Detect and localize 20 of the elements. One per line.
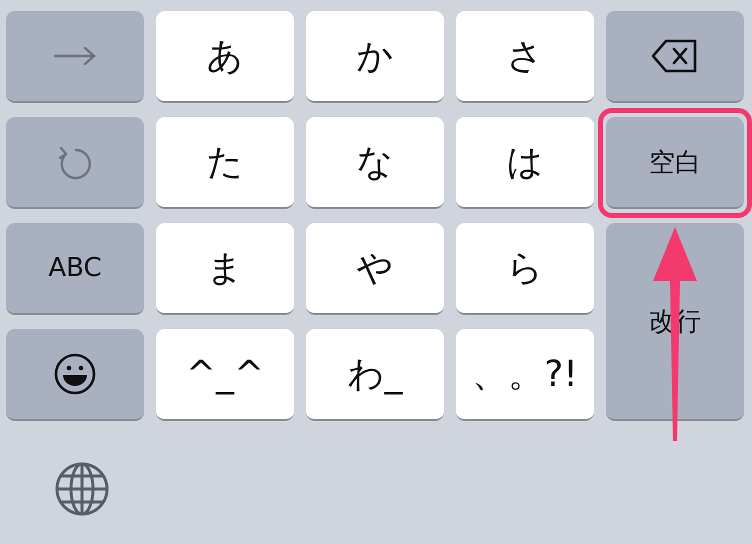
function-key[interactable]: ABC: [6, 223, 144, 315]
kana-key[interactable]: ^_^: [156, 329, 294, 421]
kana-key[interactable]: や: [306, 223, 444, 315]
kana-key[interactable]: ら: [456, 223, 594, 315]
delete-icon: [651, 38, 699, 74]
kana-key[interactable]: ま: [156, 223, 294, 315]
kana-key[interactable]: あ: [156, 11, 294, 103]
function-key[interactable]: 空白: [606, 117, 744, 209]
kana-key[interactable]: な: [306, 117, 444, 209]
delete-key[interactable]: [606, 11, 744, 103]
globe-icon[interactable]: [54, 461, 110, 517]
kana-key[interactable]: た: [156, 117, 294, 209]
kana-key[interactable]: 、。?!: [456, 329, 594, 421]
kana-key[interactable]: わ_: [306, 329, 444, 421]
emoji-key[interactable]: [6, 329, 144, 421]
right-arrow-icon: [53, 46, 97, 66]
kana-key[interactable]: さ: [456, 11, 594, 103]
kana-key[interactable]: は: [456, 117, 594, 209]
emoji-icon: [54, 353, 96, 395]
kana-key[interactable]: か: [306, 11, 444, 103]
